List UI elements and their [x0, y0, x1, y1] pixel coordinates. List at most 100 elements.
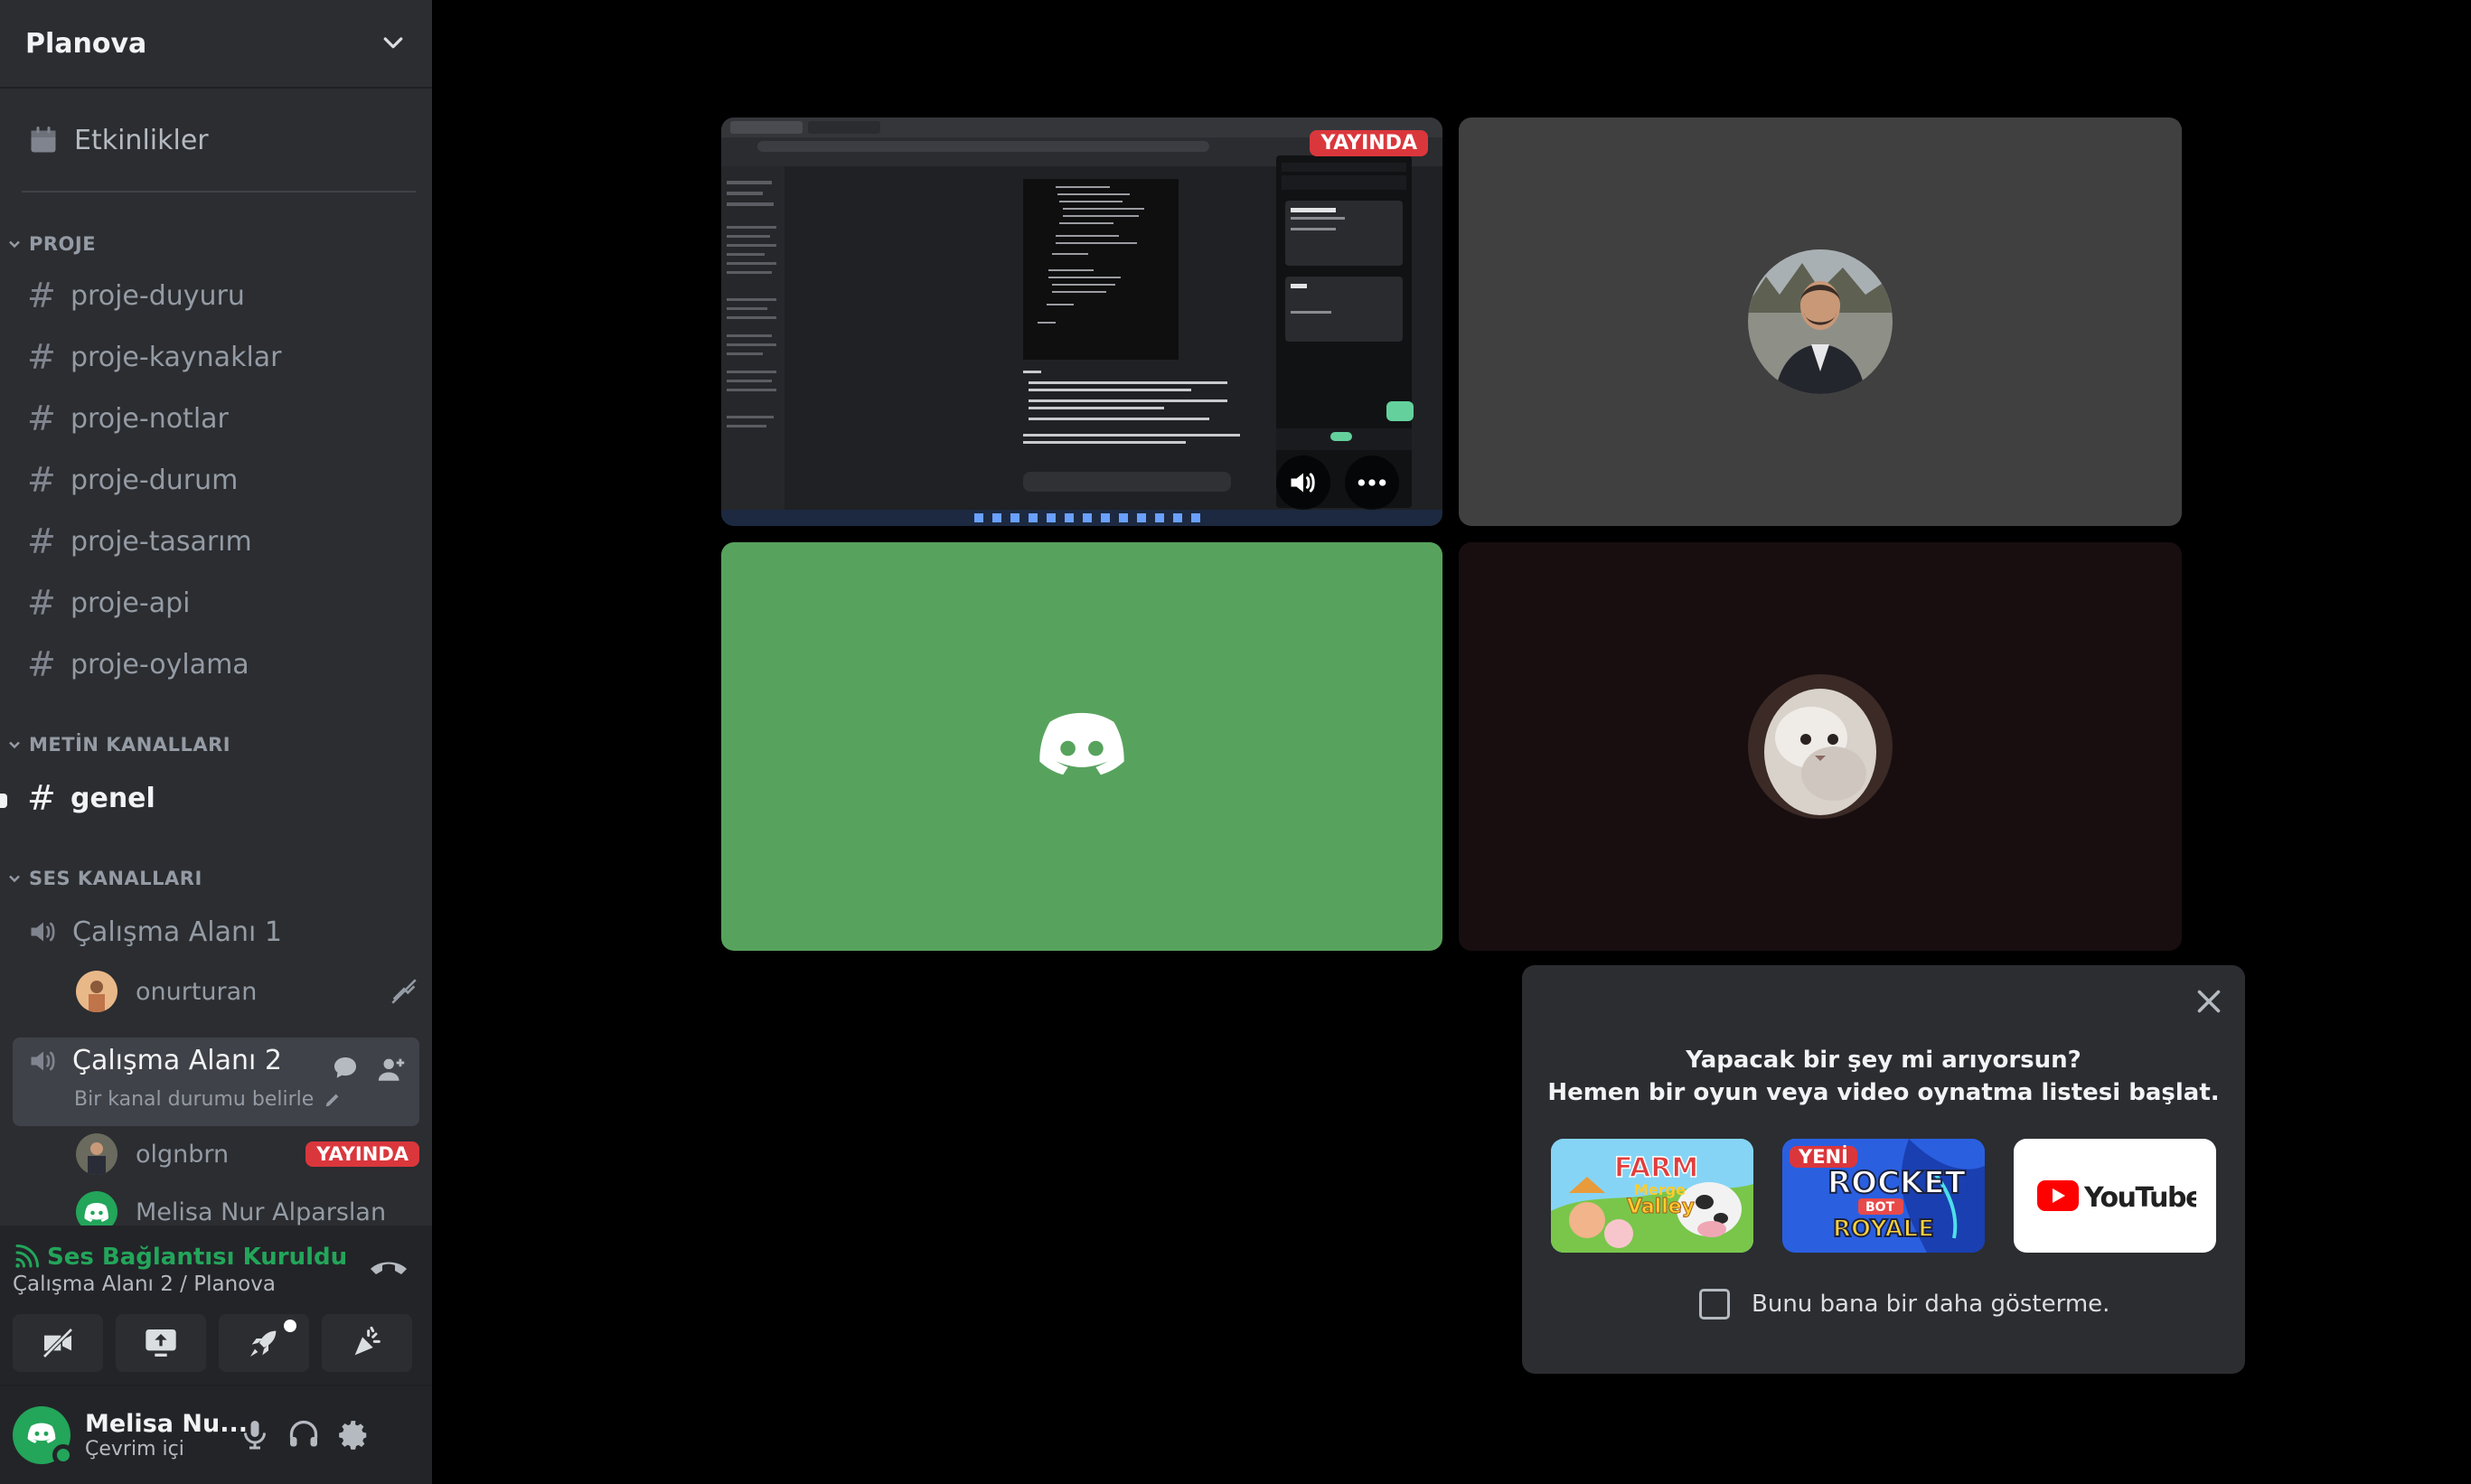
category-label: PROJE — [29, 233, 97, 255]
events-label: Etkinlikler — [74, 124, 209, 156]
channel-proje-duyuru[interactable]: # proje-duyuru — [13, 269, 419, 322]
participant-tile-onurturan[interactable] — [1459, 542, 2182, 951]
stream-muted-icon — [391, 979, 417, 1004]
chat-bubble-icon[interactable] — [331, 1054, 360, 1083]
server-name: Planova — [25, 27, 147, 60]
category-metin-kanallari[interactable]: METİN KANALLARI — [0, 728, 230, 761]
voice-channel-calisma-alani-1[interactable]: Çalışma Alanı 1 — [13, 906, 419, 958]
hash-icon: # — [27, 337, 56, 377]
discord-logo-icon — [1039, 712, 1124, 775]
channel-label: genel — [70, 782, 155, 814]
hash-icon: # — [27, 644, 56, 684]
participant-avatar — [1748, 674, 1893, 819]
live-badge: YAYINDA — [305, 1141, 419, 1167]
caret-down-icon — [9, 741, 20, 749]
online-status-dot — [52, 1444, 74, 1466]
headphones-icon[interactable] — [287, 1418, 320, 1451]
voice-user-name: Melisa Nur Alparslan — [136, 1198, 387, 1226]
soundboard-icon — [354, 1326, 381, 1356]
participant-avatar — [1748, 249, 1893, 394]
channel-genel[interactable]: # genel — [13, 772, 419, 824]
avatar — [76, 1133, 117, 1175]
channel-label: proje-duyuru — [70, 279, 245, 312]
speaker-icon — [31, 1051, 55, 1071]
hash-icon: # — [27, 399, 56, 438]
farm-merge-valley-art: FARM Merge Valley — [1551, 1139, 1753, 1253]
camera-toggle-button[interactable] — [13, 1314, 103, 1372]
dont-show-again[interactable]: Bunu bana bir daha gösterme. — [1699, 1289, 2109, 1320]
participant-tile-melisa[interactable] — [721, 542, 1442, 951]
voice-channel-label: Çalışma Alanı 2 — [72, 1045, 282, 1076]
activity-youtube[interactable]: YouTube — [2014, 1139, 2216, 1253]
user-display-name: Melisa Nu... — [85, 1410, 248, 1438]
signal-icon — [15, 1244, 39, 1268]
popup-title: Yapacak bir şey mi arıyorsun? — [1686, 1047, 2081, 1074]
microphone-icon[interactable] — [239, 1418, 271, 1451]
voice-status-text: Ses Bağlantısı Kuruldu — [47, 1244, 348, 1271]
unread-indicator — [0, 794, 7, 808]
channel-proje-notlar[interactable]: # proje-notlar — [13, 392, 419, 445]
category-label: METİN KANALLARI — [29, 734, 231, 756]
voice-user-name: onurturan — [136, 977, 258, 1006]
participant-tile-olgnbrn[interactable] — [1459, 117, 2182, 526]
speaker-icon — [31, 922, 55, 942]
hash-icon: # — [27, 521, 56, 561]
volume-icon — [1291, 473, 1315, 493]
voice-connection-panel: Ses Bağlantısı Kuruldu Çalışma Alanı 2 /… — [0, 1226, 432, 1386]
svg-text:ROYALE: ROYALE — [1833, 1216, 1934, 1243]
hash-icon: # — [27, 778, 56, 818]
events-item[interactable]: Etkinlikler — [13, 114, 419, 166]
channel-proje-durum[interactable]: # proje-durum — [13, 454, 419, 506]
stream-tile[interactable]: YAYINDA — [721, 117, 1442, 526]
voice-user-name: olgnbrn — [136, 1140, 230, 1169]
activities-button[interactable] — [219, 1314, 309, 1372]
avatar — [76, 971, 117, 1012]
category-proje[interactable]: PROJE — [0, 228, 96, 260]
stream-volume-button[interactable] — [1276, 456, 1330, 510]
voice-connection-status[interactable]: Ses Bağlantısı Kuruldu — [13, 1244, 347, 1271]
gear-icon[interactable] — [336, 1418, 371, 1452]
calendar-icon — [31, 127, 56, 153]
voice-user-onurturan[interactable]: onurturan — [76, 969, 419, 1014]
add-user-icon[interactable] — [376, 1054, 407, 1085]
channel-label: proje-api — [70, 587, 191, 619]
channel-label: proje-oylama — [70, 648, 249, 681]
screen-share-button[interactable] — [116, 1314, 206, 1372]
hash-icon: # — [27, 583, 56, 623]
hash-icon: # — [27, 460, 56, 500]
pencil-icon — [325, 1094, 339, 1106]
voice-channel-calisma-alani-2[interactable]: Çalışma Alanı 2 Bir kanal durumu belirle — [13, 1038, 419, 1126]
youtube-logo-icon: YouTube — [2037, 1180, 2196, 1214]
activity-farm-merge-valley[interactable]: FARM Merge Valley — [1551, 1139, 1753, 1253]
channel-proje-api[interactable]: # proje-api — [13, 577, 419, 629]
channel-proje-kaynaklar[interactable]: # proje-kaynaklar — [13, 331, 419, 383]
category-label: SES KANALLARI — [29, 868, 202, 889]
user-avatar[interactable] — [13, 1406, 74, 1466]
hash-icon: # — [27, 276, 56, 315]
channel-status-setter[interactable]: Bir kanal durumu belirle — [74, 1088, 343, 1111]
channel-proje-oylama[interactable]: # proje-oylama — [13, 638, 419, 690]
activity-rocket-bot-royale[interactable]: ROCKET BOT ROYALE YENİ — [1782, 1139, 1985, 1253]
server-header[interactable]: Planova — [0, 0, 432, 89]
stream-more-button[interactable] — [1345, 456, 1399, 510]
stream-screenshot — [721, 117, 1442, 526]
voice-user-olgnbrn[interactable]: olgnbrn YAYINDA — [76, 1132, 419, 1177]
dont-show-label: Bunu bana bir daha gösterme. — [1752, 1291, 2110, 1318]
category-ses-kanallari[interactable]: SES KANALLARI — [0, 862, 202, 895]
soundboard-button[interactable] — [322, 1314, 412, 1372]
channel-proje-tasarim[interactable]: # proje-tasarım — [13, 515, 419, 568]
caret-down-icon — [9, 875, 20, 883]
new-badge: YENİ — [1790, 1146, 1857, 1168]
user-info[interactable]: Melisa Nu... Çevrim içi — [85, 1410, 248, 1461]
notification-dot — [284, 1320, 296, 1332]
dont-show-checkbox[interactable] — [1699, 1289, 1730, 1320]
screen-share-icon — [146, 1329, 176, 1357]
close-icon[interactable] — [2193, 985, 2225, 1018]
rocket-icon — [250, 1330, 277, 1357]
channel-label: proje-tasarım — [70, 525, 252, 558]
svg-text:YouTube: YouTube — [2083, 1182, 2196, 1214]
user-panel: Melisa Nu... Çevrim içi — [0, 1386, 432, 1484]
disconnect-phone-icon[interactable] — [367, 1245, 410, 1289]
svg-text:FARM: FARM — [1614, 1152, 1698, 1184]
voice-location[interactable]: Çalışma Alanı 2 / Planova — [13, 1273, 276, 1296]
